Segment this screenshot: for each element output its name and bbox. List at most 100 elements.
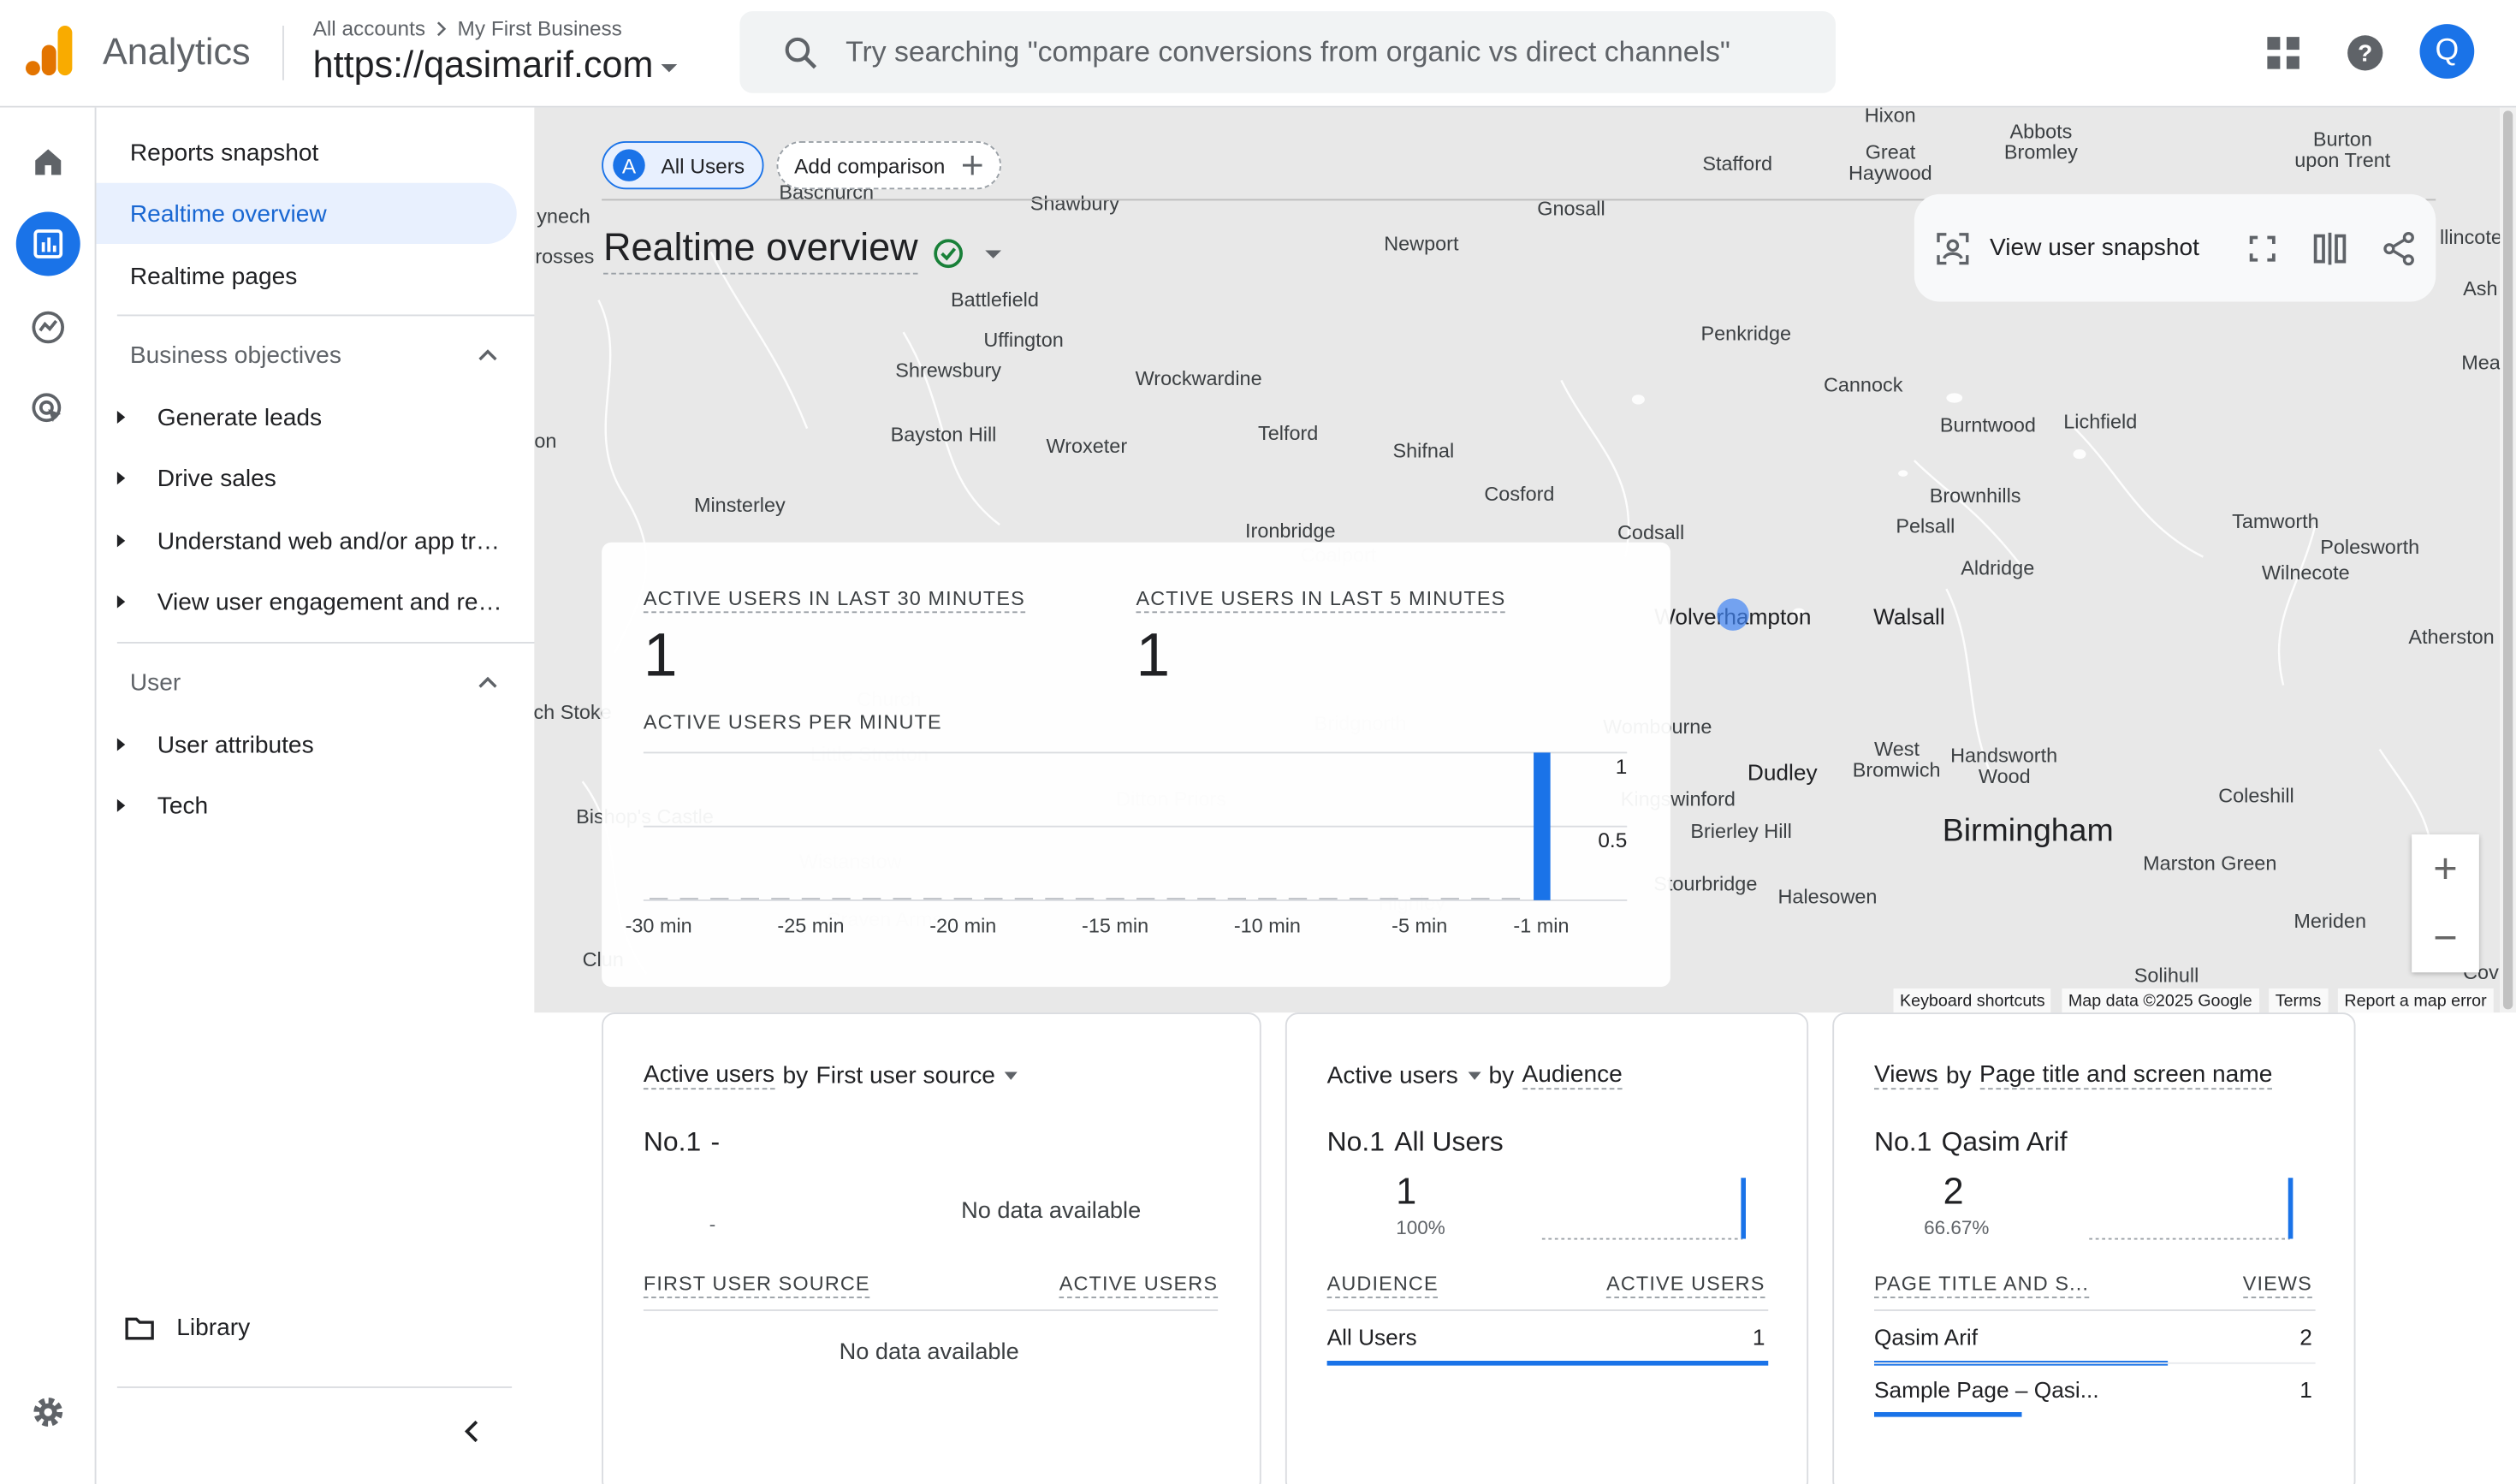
divider: [1874, 1362, 2316, 1364]
top-item-value: -: [709, 1213, 716, 1236]
map-place-label: Shawbury: [1030, 193, 1119, 216]
nav-sub-understand-traffic[interactable]: Understand web and/or app traffic: [97, 512, 517, 570]
map-terms-link[interactable]: Terms: [2269, 988, 2328, 1013]
realtime-active-users-card: ACTIVE USERS IN LAST 30 MINUTES 1 ACTIVE…: [602, 542, 1670, 988]
column-header-views[interactable]: VIEWS: [2242, 1273, 2312, 1298]
card-metric-label[interactable]: Active users: [643, 1060, 775, 1090]
search-bar[interactable]: [739, 11, 1836, 93]
column-header-first-user-source[interactable]: FIRST USER SOURCE: [643, 1273, 870, 1298]
breadcrumb-property[interactable]: My First Business: [458, 16, 622, 40]
map-place-label: Hixon: [1864, 107, 1916, 128]
active-users-per-minute-chart[interactable]: 1 0.5 -30 min -25 min -20 min -15 min -10 min -…: [602, 543, 1670, 987]
map-place-label: llincote: [2439, 226, 2501, 249]
dropdown-caret-icon[interactable]: [1468, 1071, 1481, 1079]
top-bar: Analytics All accounts My First Business…: [0, 0, 2516, 108]
library-link[interactable]: Library: [125, 1315, 250, 1342]
comparison-chip-all-users[interactable]: A All Users: [602, 141, 764, 190]
caret-down-icon[interactable]: [985, 250, 1001, 258]
column-header-audience[interactable]: AUDIENCE: [1326, 1273, 1439, 1298]
analytics-logo-icon[interactable]: [26, 26, 74, 77]
map-place-label: Cosford: [1484, 483, 1555, 506]
map-place-label: Penkridge: [1700, 322, 1792, 346]
view-user-snapshot-button[interactable]: View user snapshot: [1935, 230, 2199, 265]
column-header-active-users[interactable]: ACTIVE USERS: [1059, 1273, 1219, 1298]
fullscreen-icon[interactable]: [2245, 231, 2280, 266]
divider: [1874, 1309, 2316, 1311]
x-tick-label: -30 min: [626, 914, 692, 936]
property-selector[interactable]: https://qasimarif.com: [313, 44, 678, 87]
comparison-chip-label: All Users: [661, 153, 745, 178]
avatar[interactable]: Q: [2419, 24, 2475, 79]
map-place-label: Battlefield: [950, 288, 1039, 312]
collapse-chevron-left-icon[interactable]: [460, 1419, 483, 1445]
gear-icon[interactable]: [16, 1380, 80, 1445]
check-circle-icon[interactable]: [932, 238, 964, 270]
nav-sub-generate-leads[interactable]: Generate leads: [97, 389, 517, 447]
map-keyboard-shortcuts-link[interactable]: Keyboard shortcuts: [1893, 988, 2052, 1013]
row-name: All Users: [1326, 1323, 1417, 1350]
app-root: Analytics All accounts My First Business…: [0, 0, 2516, 1484]
reports-icon[interactable]: [15, 211, 80, 276]
chevron-right-icon: [437, 21, 447, 36]
nav-item-realtime-overview[interactable]: Realtime overview: [96, 182, 517, 244]
report-actions: View user snapshot: [1914, 193, 2436, 302]
zoom-in-button[interactable]: +: [2412, 834, 2479, 904]
map-place-label: ynech: [537, 205, 590, 229]
breadcrumb[interactable]: All accounts My First Business: [313, 16, 622, 40]
page-scrollbar[interactable]: [2500, 107, 2516, 1013]
share-icon[interactable]: [2382, 231, 2417, 266]
card-dimension-label[interactable]: Page title and screen name: [1979, 1060, 2273, 1090]
column-header-page-title[interactable]: PAGE TITLE AND S...: [1874, 1273, 2090, 1298]
top-item: No.1-: [644, 1126, 720, 1159]
map-place-label: Birmingham: [1942, 812, 2114, 848]
map-place-label: Abbots: [2009, 120, 2073, 143]
nav-group-user[interactable]: User: [130, 669, 499, 697]
compare-columns-icon[interactable]: [2312, 231, 2347, 266]
page-title[interactable]: Realtime overview: [603, 226, 918, 275]
nav-item-realtime-pages[interactable]: Realtime pages: [97, 246, 517, 306]
active-user-location-dot[interactable]: [1717, 598, 1749, 631]
explore-icon[interactable]: [16, 295, 80, 359]
nav-sub-drive-sales[interactable]: Drive sales: [97, 449, 517, 508]
nav-group-business-objectives[interactable]: Business objectives: [130, 341, 499, 369]
breadcrumb-account[interactable]: All accounts: [313, 16, 425, 40]
apps-grid-icon[interactable]: [2259, 29, 2307, 77]
nav-sub-engagement-retention[interactable]: View user engagement and retention: [97, 573, 517, 631]
nav-item-reports-snapshot[interactable]: Reports snapshot: [97, 122, 517, 183]
map-place-label: Ash: [2463, 277, 2498, 300]
nav-sub-tech[interactable]: Tech: [97, 777, 517, 835]
help-icon[interactable]: ?: [2341, 29, 2389, 77]
advertising-icon[interactable]: [16, 377, 80, 442]
row-value: 1: [2299, 1376, 2312, 1403]
column-header-active-users[interactable]: ACTIVE USERS: [1606, 1273, 1765, 1298]
map-place-label: upon Trent: [2294, 149, 2391, 172]
map-place-label: Bromwich: [1852, 758, 1941, 782]
map-place-label: Polesworth: [2320, 536, 2420, 559]
chevron-up-icon: [478, 348, 497, 360]
sparkline-no-data: No data available: [961, 1198, 1142, 1225]
expand-arrow-icon: [116, 411, 126, 424]
home-icon[interactable]: [16, 130, 80, 194]
product-name: Analytics: [103, 30, 251, 73]
row-name: Qasim Arif: [1874, 1323, 1979, 1350]
scrollbar-thumb[interactable]: [2503, 110, 2513, 1010]
map-report-error-link[interactable]: Report a map error: [2337, 988, 2494, 1013]
map-zoom-controls: + −: [2412, 834, 2479, 973]
map-place-label: Halesowen: [1777, 886, 1878, 909]
table-no-data: No data available: [839, 1339, 1019, 1366]
rank-label: No.1: [1326, 1126, 1385, 1157]
card-by-text: by: [1488, 1061, 1515, 1089]
metric-selector[interactable]: Active users: [1327, 1061, 1458, 1089]
add-comparison-button[interactable]: Add comparison: [776, 141, 1001, 190]
nav-sub-user-attributes[interactable]: User attributes: [97, 715, 517, 774]
dropdown-caret-icon[interactable]: [1005, 1071, 1018, 1079]
dimension-selector[interactable]: First user source: [816, 1061, 995, 1089]
search-input[interactable]: [846, 35, 1809, 69]
card-metric-label[interactable]: Views: [1874, 1060, 1938, 1090]
zoom-out-button[interactable]: −: [2412, 904, 2479, 973]
add-comparison-label: Add comparison: [794, 153, 946, 178]
map-place-label: Meriden: [2293, 910, 2367, 933]
map-place-label: Handsworth: [1950, 745, 2058, 768]
card-dimension-label[interactable]: Audience: [1522, 1060, 1623, 1090]
expand-arrow-icon: [116, 738, 126, 751]
